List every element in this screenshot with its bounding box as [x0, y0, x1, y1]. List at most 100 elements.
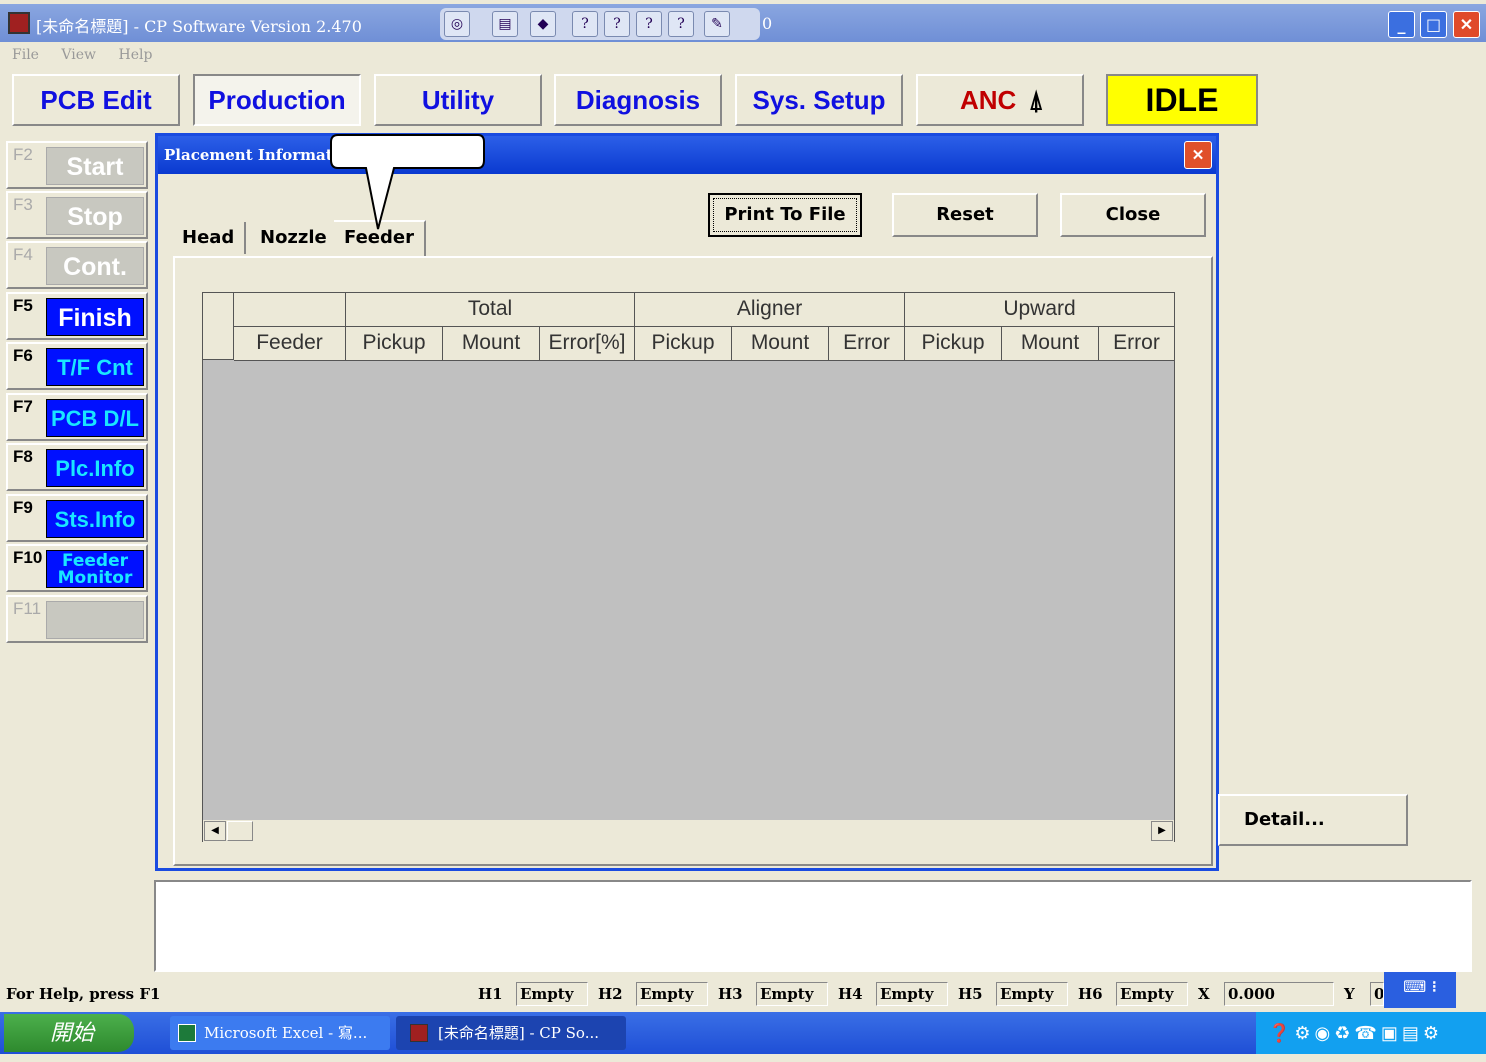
column-header[interactable]: Mount [732, 327, 829, 361]
minimize-button[interactable]: _ [1388, 11, 1415, 38]
taskbar-item-cp-software[interactable]: [未命名標題] - CP So... [396, 1016, 626, 1050]
head-status: Empty [516, 982, 588, 1006]
column-header[interactable]: Error [1099, 327, 1175, 361]
reset-button[interactable]: Reset [892, 193, 1038, 237]
row-header-corner [203, 293, 234, 360]
tab-head[interactable]: Head [172, 222, 247, 254]
diamond-icon[interactable]: ◆ [530, 11, 556, 37]
help-light-icon[interactable]: ? [668, 11, 694, 37]
column-header[interactable]: Pickup [905, 327, 1002, 361]
column-header[interactable]: Mount [443, 327, 540, 361]
side-button-sts-info[interactable]: F9 Sts.Info [6, 494, 148, 542]
column-header[interactable]: Pickup [635, 327, 732, 361]
head-status: Empty [996, 982, 1068, 1006]
menu-help[interactable]: Help [119, 47, 153, 63]
x-label: X [1198, 985, 1210, 1003]
help-yellow-icon[interactable]: ? [636, 11, 662, 37]
menu-bar: File View Help [0, 42, 1486, 68]
anc-label: ANC [960, 85, 1017, 115]
y-label: Y [1344, 985, 1355, 1003]
side-button-feeder-monitor[interactable]: F10 Feeder Monitor [6, 544, 148, 592]
key-label: F11 [13, 599, 42, 618]
head-label: H4 [838, 985, 863, 1003]
y-value: 0 [1370, 982, 1384, 1006]
head-status: Empty [876, 982, 948, 1006]
print-to-file-button[interactable]: Print To File [708, 193, 862, 237]
side-button-tf-cnt[interactable]: F6 T/F Cnt [6, 342, 148, 390]
horizontal-scrollbar[interactable]: ◀ ▶ [203, 820, 1174, 842]
button-label: Sts.Info [46, 500, 144, 538]
header-blank [234, 293, 346, 327]
column-header[interactable]: Pickup [346, 327, 443, 361]
dialog-title: Placement Informati [164, 146, 339, 164]
head-status: Empty [756, 982, 828, 1006]
group-header-upward: Upward [905, 293, 1175, 327]
scroll-right-icon[interactable]: ▶ [1151, 821, 1173, 841]
side-button-f11[interactable]: F11 [6, 595, 148, 643]
key-label: F3 [13, 195, 33, 214]
side-button-finish[interactable]: F5 Finish [6, 292, 148, 340]
group-header-aligner: Aligner [635, 293, 905, 327]
taskbar-item-excel[interactable]: Microsoft Excel - 寫... [170, 1016, 390, 1050]
side-button-cont[interactable]: F4 Cont. [6, 241, 148, 289]
help-balloon-icon[interactable]: ? [604, 11, 630, 37]
detail-button[interactable]: Detail... [1218, 794, 1408, 846]
tab-anc[interactable]: ANC ⍋ [916, 74, 1084, 126]
callout-balloon [330, 134, 485, 230]
dialog-close-icon[interactable]: ✕ [1184, 141, 1212, 169]
taskbar-item-label: Microsoft Excel - 寫... [204, 1024, 368, 1042]
tab-nozzle[interactable]: Nozzle [250, 222, 339, 254]
nozzle-icon: ⍋ [1028, 85, 1044, 115]
maximize-button[interactable]: □ [1420, 11, 1447, 38]
head-label: H5 [958, 985, 983, 1003]
key-label: F5 [13, 296, 33, 315]
column-header[interactable]: Feeder [234, 327, 346, 361]
close-window-button[interactable]: ✕ [1453, 11, 1480, 38]
menu-view[interactable]: View [61, 47, 96, 63]
key-label: F9 [13, 498, 33, 517]
head-label: H1 [478, 985, 503, 1003]
tab-diagnosis[interactable]: Diagnosis [554, 74, 722, 126]
tab-utility[interactable]: Utility [374, 74, 542, 126]
button-label [46, 601, 144, 639]
scroll-thumb[interactable] [227, 821, 253, 841]
head-status: Empty [1116, 982, 1188, 1006]
button-label: PCB D/L [46, 399, 144, 437]
column-header[interactable]: Error [829, 327, 905, 361]
tab-sys-setup[interactable]: Sys. Setup [735, 74, 903, 126]
edit-icon[interactable]: ✎ [704, 11, 730, 37]
x-value: 0.000 [1224, 982, 1334, 1006]
side-button-start[interactable]: F2 Start [6, 141, 148, 189]
tray-icons[interactable]: ❓⚙◉♻☎▣▤⚙ [1268, 1023, 1443, 1043]
button-label: Cont. [46, 247, 144, 285]
key-label: F7 [13, 397, 33, 416]
key-label: F8 [13, 447, 33, 466]
button-label: Feeder Monitor [46, 550, 144, 588]
system-tray: ❓⚙◉♻☎▣▤⚙ [1256, 1012, 1486, 1054]
side-button-plc-info[interactable]: F8 Plc.Info [6, 443, 148, 491]
tab-pcb-edit[interactable]: PCB Edit [12, 74, 180, 126]
keyboard-icon[interactable]: ⌨ ⁝ [1384, 972, 1456, 1008]
scroll-left-icon[interactable]: ◀ [204, 821, 226, 841]
document-icon[interactable]: ▤ [492, 11, 518, 37]
feeder-table: Total Aligner Upward Feeder Pickup Mount… [202, 292, 1175, 842]
column-header[interactable]: Error[%] [540, 327, 635, 361]
key-label: F6 [13, 346, 33, 365]
start-button[interactable]: 開始 [4, 1014, 134, 1052]
close-button[interactable]: Close [1060, 193, 1206, 237]
dialog-title-bar: Placement Informati ✕ [158, 136, 1216, 174]
tab-production[interactable]: Production [193, 74, 361, 126]
taskbar-item-label: [未命名標題] - CP So... [438, 1024, 599, 1042]
toolbar-value: 0 [762, 14, 773, 33]
button-label: Finish [46, 298, 144, 336]
side-button-pcb-dl[interactable]: F7 PCB D/L [6, 393, 148, 441]
head-label: H2 [598, 985, 623, 1003]
column-header[interactable]: Mount [1002, 327, 1099, 361]
excel-icon [178, 1024, 196, 1042]
target-icon[interactable]: ◎ [444, 11, 470, 37]
side-button-stop[interactable]: F3 Stop [6, 191, 148, 239]
button-label: Start [46, 147, 144, 185]
start-label: 開始 [50, 1020, 95, 1045]
menu-file[interactable]: File [12, 47, 39, 63]
help-icon[interactable]: ? [572, 11, 598, 37]
